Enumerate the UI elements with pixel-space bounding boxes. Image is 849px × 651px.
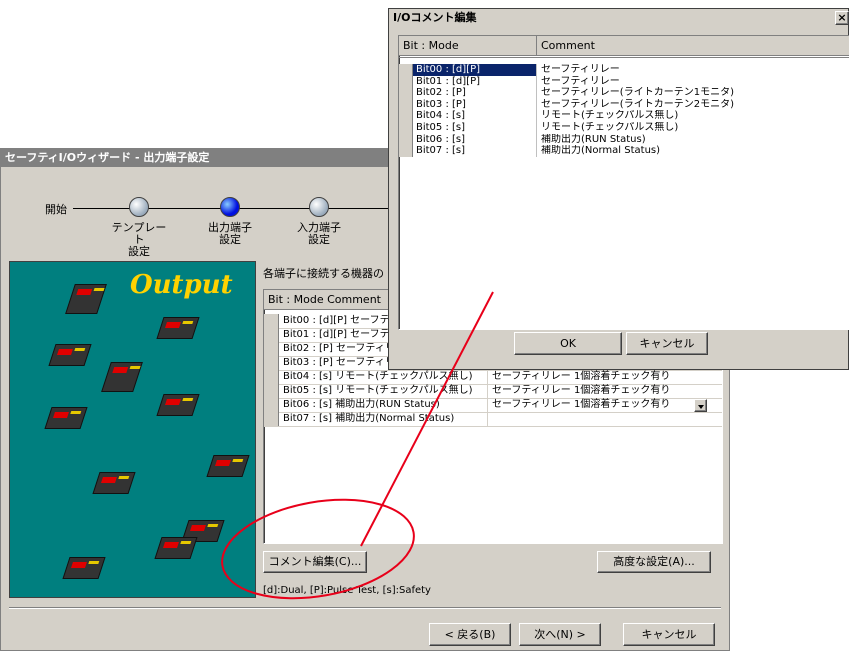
row-gutter — [264, 398, 279, 412]
row-bit-cell: Bit02 : [P] — [413, 87, 537, 99]
row-bit-cell: Bit04 : [s] リモート(チェックパルス無し) — [280, 370, 488, 384]
row-comment-cell[interactable]: セーフティリレー(ライトカーテン1モニタ) — [538, 87, 848, 99]
col-comment-header: Comment — [537, 36, 849, 56]
io-comment-dialog: I/Oコメント編集 × Bit : Mode Comment Bit00 : [… — [388, 8, 849, 370]
row-bit-cell: Bit04 : [s] — [413, 110, 537, 122]
device-image — [156, 394, 200, 416]
step-output-label: 出力端子 設定 — [208, 221, 252, 246]
row-bit-cell: Bit06 : [s] — [413, 133, 537, 146]
device-image — [48, 344, 92, 366]
row-bit-cell: Bit03 : [P] — [413, 98, 537, 111]
col-bit-header: Bit : Mode — [399, 36, 537, 56]
row-comment-cell[interactable]: セーフティリレー — [538, 64, 848, 76]
row-gutter — [399, 87, 413, 99]
table-row[interactable]: Bit07 : [s] 補助出力(Normal Status) — [264, 412, 722, 427]
step-start-label: 開始 — [45, 203, 67, 216]
row-gutter — [399, 98, 413, 111]
instruction-text: 各端子に接続する機器の — [263, 267, 384, 280]
dialog-ok-button[interactable]: OK — [514, 332, 622, 355]
table-row[interactable]: Bit04 : [s] リモート(チェックパルス無し) — [399, 110, 849, 122]
table-row[interactable]: Bit04 : [s] リモート(チェックパルス無し) セーフティリレー 1個溶着… — [264, 370, 722, 385]
row-device-cell[interactable] — [489, 412, 694, 426]
table-row[interactable]: Bit01 : [d][P] セーフティリレー — [399, 75, 849, 88]
step-template-icon — [129, 197, 149, 217]
row-comment-cell[interactable]: リモート(チェックパルス無し) — [538, 110, 848, 122]
row-gutter — [399, 64, 413, 76]
grid-divider — [399, 57, 849, 58]
row-gutter — [264, 370, 279, 384]
table-row[interactable]: Bit03 : [P] セーフティリレー(ライトカーテン2モニタ) — [399, 98, 849, 111]
output-banner: Output — [9, 261, 256, 598]
device-image — [154, 537, 198, 559]
row-gutter — [399, 110, 413, 122]
row-device-cell[interactable]: セーフティリレー 1個溶着チェック有り — [489, 384, 694, 398]
step-template-label: テンプレート 設定 — [111, 221, 167, 258]
banner-title: Output — [130, 270, 233, 300]
device-image — [206, 455, 250, 477]
row-comment-cell[interactable]: 補助出力(RUN Status) — [538, 134, 848, 146]
row-bit-cell: Bit00 : [d][P] — [413, 64, 537, 76]
row-bit-cell: Bit06 : [s] 補助出力(RUN Status) — [280, 398, 488, 412]
device-image — [65, 284, 107, 314]
legend-text: [d]:Dual, [P]:Pulse Test, [s]:Safety — [263, 585, 431, 596]
row-gutter — [264, 342, 279, 356]
close-icon: × — [837, 11, 847, 24]
row-gutter — [399, 122, 413, 134]
footer-divider — [9, 607, 721, 609]
row-gutter — [399, 133, 413, 146]
row-gutter — [399, 75, 413, 88]
row-gutter — [264, 356, 279, 370]
device-image — [101, 362, 143, 392]
dialog-title: I/Oコメント編集 — [393, 11, 477, 24]
wizard-title: セーフティI/Oウィザード - 出力端子設定 — [5, 151, 210, 164]
row-gutter — [264, 384, 279, 398]
dialog-titlebar: I/Oコメント編集 — [389, 9, 848, 27]
row-gutter — [264, 412, 279, 426]
step-input-icon — [309, 197, 329, 217]
table-row[interactable]: Bit05 : [s] リモート(チェックパルス無し) — [399, 122, 849, 134]
chevron-down-icon — [698, 405, 704, 409]
wizard-cancel-button[interactable]: キャンセル — [623, 623, 715, 646]
row-gutter — [399, 145, 413, 157]
table-row[interactable]: Bit06 : [s] 補助出力(RUN Status) セーフティリレー 1個溶… — [264, 398, 722, 413]
advanced-settings-button[interactable]: 高度な設定(A)... — [597, 551, 711, 573]
table-row[interactable]: Bit07 : [s] 補助出力(Normal Status) — [399, 145, 849, 157]
row-comment-cell[interactable]: リモート(チェックパルス無し) — [538, 122, 848, 134]
next-button[interactable]: 次へ(N) > — [519, 623, 601, 646]
table-row[interactable]: Bit05 : [s] リモート(チェックパルス無し) セーフティリレー 1個溶着… — [264, 384, 722, 399]
comment-edit-button[interactable]: コメント編集(C)... — [263, 551, 367, 573]
dropdown-button[interactable] — [694, 399, 707, 412]
row-bit-cell: Bit05 : [s] — [413, 122, 537, 134]
back-button[interactable]: < 戻る(B) — [429, 623, 511, 646]
device-image — [92, 472, 136, 494]
row-bit-cell: Bit05 : [s] リモート(チェックパルス無し) — [280, 384, 488, 398]
step-output-icon — [220, 197, 240, 217]
row-gutter — [264, 314, 279, 328]
device-image — [156, 317, 200, 339]
comment-grid[interactable]: Bit : Mode Comment Bit00 : [d][P] セーフティリレ… — [398, 35, 849, 330]
device-image — [62, 557, 106, 579]
table-row[interactable]: Bit00 : [d][P] セーフティリレー — [399, 64, 849, 76]
row-comment-cell[interactable]: 補助出力(Normal Status) — [538, 145, 848, 157]
row-bit-cell: Bit07 : [s] — [413, 145, 537, 157]
dialog-close-button[interactable]: × — [835, 11, 849, 25]
row-bit-cell: Bit01 : [d][P] — [413, 75, 537, 88]
table-row[interactable]: Bit06 : [s] 補助出力(RUN Status) — [399, 133, 849, 146]
table-row[interactable]: Bit02 : [P] セーフティリレー(ライトカーテン1モニタ) — [399, 87, 849, 99]
row-device-cell[interactable]: セーフティリレー 1個溶着チェック有り — [489, 398, 694, 412]
row-bit-cell: Bit07 : [s] 補助出力(Normal Status) — [280, 412, 488, 426]
row-device-cell[interactable]: セーフティリレー 1個溶着チェック有り — [489, 370, 694, 384]
device-image — [44, 407, 88, 429]
row-gutter — [264, 328, 279, 342]
row-comment-cell[interactable]: セーフティリレー(ライトカーテン2モニタ) — [538, 99, 848, 111]
dialog-cancel-button[interactable]: キャンセル — [626, 332, 708, 355]
row-comment-cell[interactable]: セーフティリレー — [538, 76, 848, 88]
step-input-label: 入力端子 設定 — [297, 221, 341, 246]
